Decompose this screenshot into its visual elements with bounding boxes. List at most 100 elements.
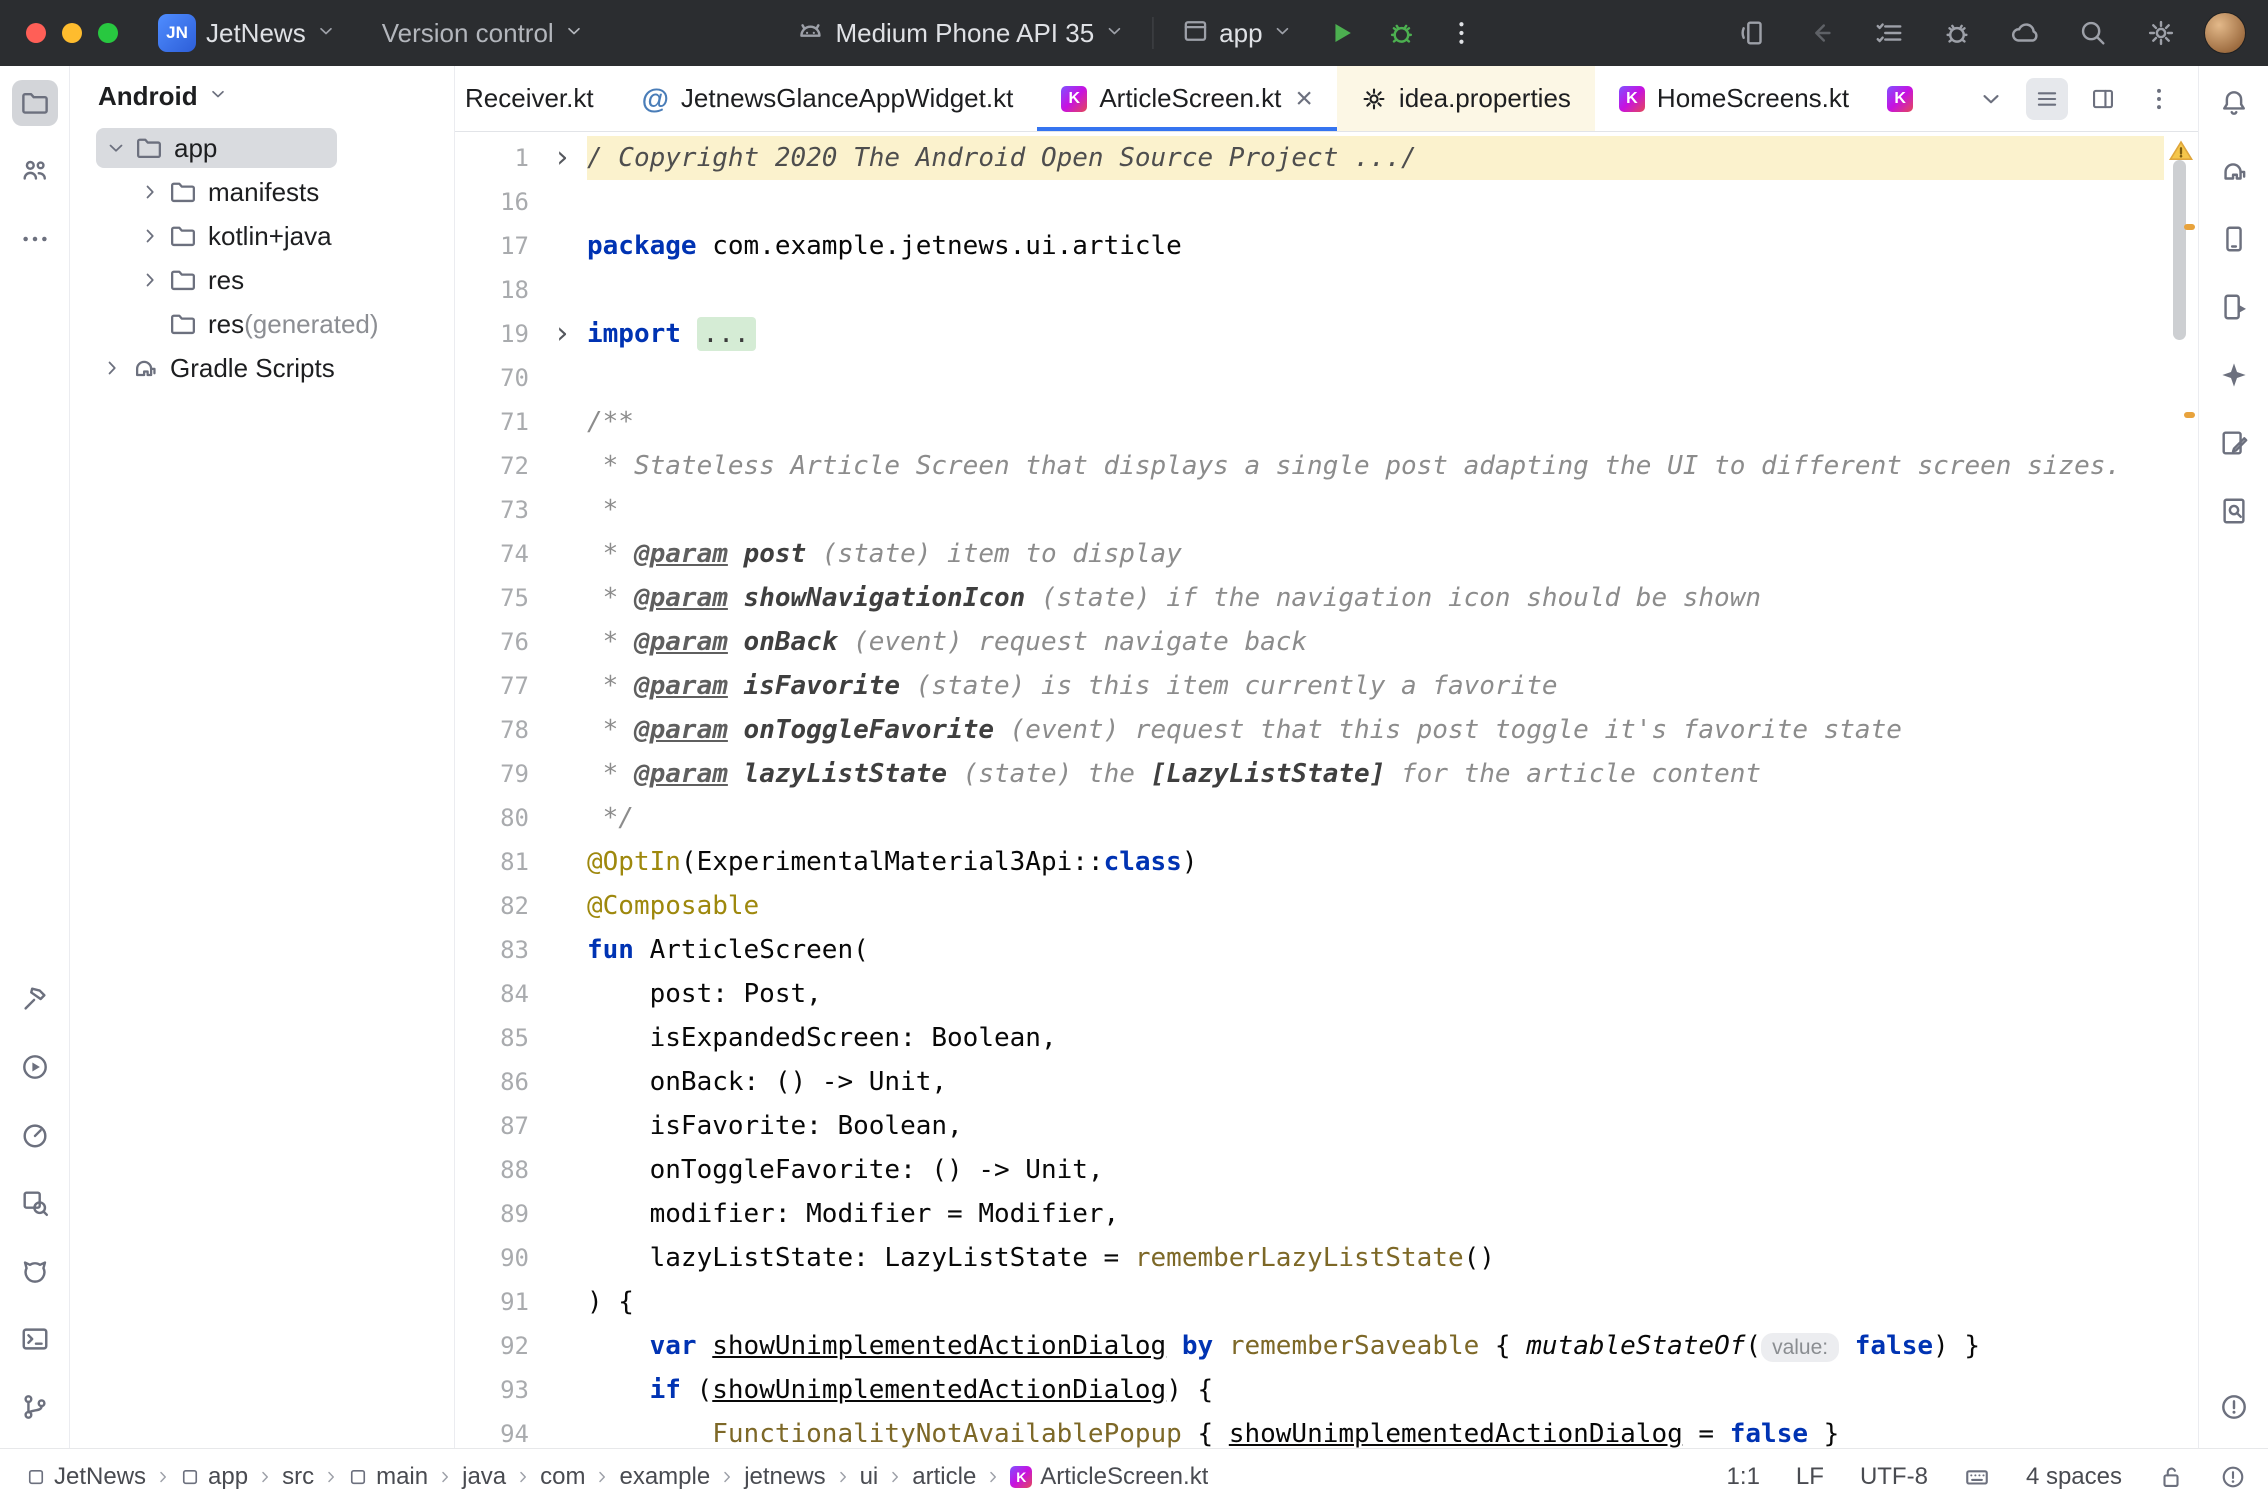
- running-devices-icon[interactable]: [2211, 284, 2257, 330]
- error-notification-icon[interactable]: [2220, 1464, 2246, 1490]
- app-quality-insights-icon[interactable]: [2211, 420, 2257, 466]
- settings-icon[interactable]: [2140, 12, 2182, 54]
- minimize-window-button[interactable]: [62, 23, 82, 43]
- fold-marker-icon[interactable]: ›: [537, 136, 587, 180]
- tab-Receiver.kt[interactable]: Receiver.kt: [455, 66, 618, 131]
- code-line[interactable]: 72 * Stateless Article Screen that displ…: [455, 444, 2164, 488]
- version-control-menu[interactable]: Version control: [372, 12, 594, 55]
- tree-item-Gradle Scripts[interactable]: Gradle Scripts: [70, 346, 454, 390]
- indent-config[interactable]: 4 spaces: [2026, 1463, 2122, 1491]
- chevron-right-icon[interactable]: [134, 269, 166, 291]
- chevron-right-icon[interactable]: [96, 357, 128, 379]
- back-navigation-icon[interactable]: [1800, 12, 1842, 54]
- breadcrumb-item-java[interactable]: java: [462, 1463, 506, 1491]
- gemini-icon[interactable]: [2211, 352, 2257, 398]
- chevron-right-icon[interactable]: [134, 225, 166, 247]
- run-tool-icon[interactable]: [12, 1044, 58, 1090]
- tree-item-manifests[interactable]: manifests: [70, 170, 454, 214]
- breadcrumb-item-ui[interactable]: ui: [860, 1463, 879, 1491]
- device-selector[interactable]: Medium Phone API 35: [785, 10, 1134, 57]
- code-line[interactable]: 93 if (showUnimplementedActionDialog) {: [455, 1368, 2164, 1412]
- zoom-window-button[interactable]: [98, 23, 118, 43]
- code-line[interactable]: 18: [455, 268, 2164, 312]
- analysis-mark[interactable]: [2184, 412, 2195, 418]
- breadcrumb-item-main[interactable]: main: [348, 1463, 428, 1491]
- breadcrumb-item-ArticleScreen.kt[interactable]: KArticleScreen.kt: [1010, 1463, 1208, 1491]
- terminal-icon[interactable]: [12, 1316, 58, 1362]
- project-view-selector[interactable]: Android: [70, 66, 454, 126]
- chevron-right-icon[interactable]: [134, 181, 166, 203]
- code-line[interactable]: 92 var showUnimplementedActionDialog by …: [455, 1324, 2164, 1368]
- device-manager-icon[interactable]: [2211, 216, 2257, 262]
- app-inspection-icon[interactable]: [12, 1180, 58, 1226]
- code-line[interactable]: 73 *: [455, 488, 2164, 532]
- code-line[interactable]: 16: [455, 180, 2164, 224]
- version-control-icon[interactable]: [12, 1384, 58, 1430]
- device-streaming-icon[interactable]: [1732, 12, 1774, 54]
- more-run-actions-icon[interactable]: [1441, 12, 1483, 54]
- code-line[interactable]: 83fun ArticleScreen(: [455, 928, 2164, 972]
- code-line[interactable]: 82@Composable: [455, 884, 2164, 928]
- breadcrumb-item-article[interactable]: article: [912, 1463, 976, 1491]
- breadcrumb-item-jetnews[interactable]: jetnews: [744, 1463, 825, 1491]
- code-line[interactable]: 87 isFavorite: Boolean,: [455, 1104, 2164, 1148]
- find-icon[interactable]: [2211, 488, 2257, 534]
- code-line[interactable]: 1›/ Copyright 2020 The Android Open Sour…: [455, 136, 2164, 180]
- tree-item-kotlin+java[interactable]: kotlin+java: [70, 214, 454, 258]
- line-separator[interactable]: LF: [1796, 1463, 1824, 1491]
- code-line[interactable]: 71/**: [455, 400, 2164, 444]
- cursor-position[interactable]: 1:1: [1727, 1463, 1760, 1491]
- split-editor-icon[interactable]: [2082, 78, 2124, 120]
- code-line[interactable]: 90 lazyListState: LazyListState = rememb…: [455, 1236, 2164, 1280]
- code-line[interactable]: 91) {: [455, 1280, 2164, 1324]
- todo-list-icon[interactable]: [1868, 12, 1910, 54]
- pull-requests-icon[interactable]: [12, 148, 58, 194]
- code-line[interactable]: 85 isExpandedScreen: Boolean,: [455, 1016, 2164, 1060]
- keyboard-icon[interactable]: [1964, 1464, 1990, 1490]
- code-line[interactable]: 78 * @param onToggleFavorite (event) req…: [455, 708, 2164, 752]
- breadcrumb-item-com[interactable]: com: [540, 1463, 585, 1491]
- build-icon[interactable]: [12, 976, 58, 1022]
- tree-item-res[interactable]: res (generated): [70, 302, 454, 346]
- breadcrumb-item-example[interactable]: example: [619, 1463, 710, 1491]
- code-line[interactable]: 81@OptIn(ExperimentalMaterial3Api::class…: [455, 840, 2164, 884]
- breadcrumb-item-src[interactable]: src: [282, 1463, 314, 1491]
- code-line[interactable]: 86 onBack: () -> Unit,: [455, 1060, 2164, 1104]
- logcat-icon[interactable]: [12, 1248, 58, 1294]
- tab-idea.properties[interactable]: idea.properties: [1337, 66, 1595, 131]
- chevron-down-icon[interactable]: [100, 137, 132, 159]
- code-line[interactable]: 75 * @param showNavigationIcon (state) i…: [455, 576, 2164, 620]
- run-configuration-selector[interactable]: app: [1171, 11, 1302, 56]
- run-button[interactable]: [1321, 12, 1363, 54]
- code-line[interactable]: 74 * @param post (state) item to display: [455, 532, 2164, 576]
- code-line[interactable]: 79 * @param lazyListState (state) the [L…: [455, 752, 2164, 796]
- tab-ArticleScreen.kt[interactable]: KArticleScreen.kt×: [1037, 66, 1337, 131]
- close-window-button[interactable]: [26, 23, 46, 43]
- profiler-icon[interactable]: [12, 1112, 58, 1158]
- code-line[interactable]: 76 * @param onBack (event) request navig…: [455, 620, 2164, 664]
- notifications-icon[interactable]: [2211, 80, 2257, 126]
- code-line[interactable]: 17package com.example.jetnews.ui.article: [455, 224, 2164, 268]
- scrollbar-thumb[interactable]: [2173, 160, 2186, 340]
- avatar[interactable]: [2204, 12, 2246, 54]
- tree-item-app[interactable]: app: [70, 126, 454, 170]
- code-line[interactable]: 84 post: Post,: [455, 972, 2164, 1016]
- code-line[interactable]: 70: [455, 356, 2164, 400]
- file-encoding[interactable]: UTF-8: [1860, 1463, 1928, 1491]
- tree-item-res[interactable]: res: [70, 258, 454, 302]
- readonly-toggle-icon[interactable]: [2158, 1464, 2184, 1490]
- services-icon[interactable]: [2004, 12, 2046, 54]
- breadcrumb-item-JetNews[interactable]: JetNews: [26, 1463, 146, 1491]
- tab-JetnewsGlanceAppWidget.kt[interactable]: @JetnewsGlanceAppWidget.kt: [618, 66, 1038, 131]
- code-line[interactable]: 80 */: [455, 796, 2164, 840]
- more-tool-windows-icon[interactable]: [12, 216, 58, 262]
- breadcrumb-item-app[interactable]: app: [180, 1463, 248, 1491]
- code-line[interactable]: 94 FunctionalityNotAvailablePopup { show…: [455, 1412, 2164, 1448]
- close-tab-icon[interactable]: ×: [1295, 84, 1313, 114]
- tab-stub[interactable]: K: [1873, 66, 1919, 131]
- code-line[interactable]: 19›import ...: [455, 312, 2164, 356]
- editor-options-icon[interactable]: [2138, 78, 2180, 120]
- code-area[interactable]: 1›/ Copyright 2020 The Android Open Sour…: [455, 132, 2164, 1448]
- fold-marker-icon[interactable]: ›: [537, 312, 587, 356]
- problems-icon[interactable]: [2211, 1384, 2257, 1430]
